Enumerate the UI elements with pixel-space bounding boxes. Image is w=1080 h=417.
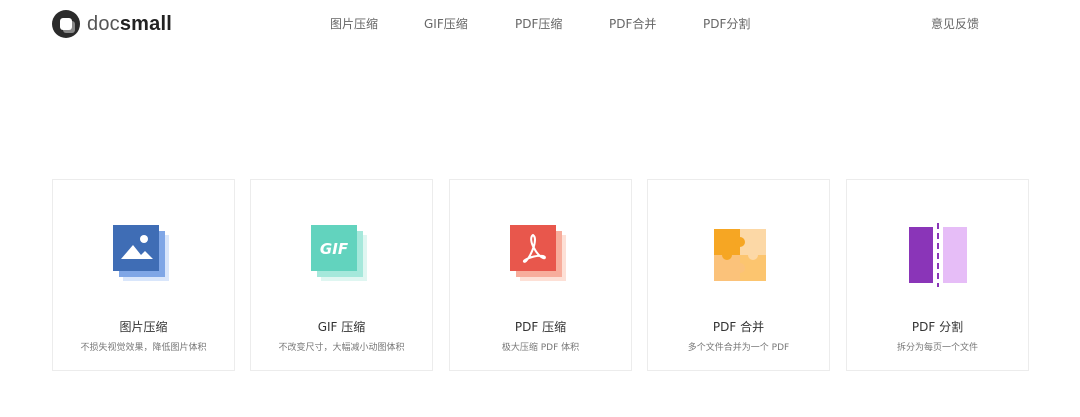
docsmall-logo[interactable]: docsmall [52, 10, 172, 38]
logo-text-small: small [119, 13, 173, 35]
card-pdf-merge[interactable]: PDF 合并 多个文件合并为一个 PDF [647, 179, 830, 371]
card-title: 图片压缩 [119, 320, 168, 334]
card-gif-compress[interactable]: GIF GIF 压缩 不改变尺寸，大幅减小动图体积 [250, 179, 433, 371]
nav-link-pdf-split[interactable]: PDF分割 [703, 15, 750, 33]
card-pdf-compress[interactable]: PDF 压缩 极大压缩 PDF 体积 [449, 179, 632, 371]
top-header: docsmall 图片压缩 GIF压缩 PDF压缩 PDF合并 PDF分割 意见… [0, 0, 1080, 48]
card-image-compress[interactable]: 图片压缩 不损失视觉效果，降低图片体积 [52, 179, 235, 371]
logo-text: docsmall [87, 10, 172, 38]
card-desc: 极大压缩 PDF 体积 [501, 343, 580, 353]
card-title: PDF 分割 [911, 320, 964, 334]
split-page-icon [909, 223, 967, 287]
card-title: PDF 合并 [712, 320, 765, 334]
card-title: GIF 压缩 [317, 320, 366, 334]
card-title: PDF 压缩 [514, 320, 567, 334]
card-pdf-split[interactable]: PDF 分割 拆分为每页一个文件 [846, 179, 1029, 371]
logo-icon [52, 10, 80, 38]
pdf-stack-icon [510, 225, 566, 281]
puzzle-merge-icon [714, 229, 766, 281]
svg-text:GIF: GIF [320, 240, 349, 258]
card-desc: 不损失视觉效果，降低图片体积 [80, 343, 207, 353]
nav-link-image-compress[interactable]: 图片压缩 [330, 15, 378, 33]
image-stack-icon [113, 225, 169, 281]
gif-stack-icon: GIF [311, 225, 367, 281]
card-desc: 多个文件合并为一个 PDF [687, 343, 790, 353]
card-desc: 不改变尺寸，大幅减小动图体积 [278, 343, 405, 353]
nav-link-pdf-compress[interactable]: PDF压缩 [515, 15, 562, 33]
nav-link-feedback[interactable]: 意见反馈 [931, 15, 979, 33]
nav-link-pdf-merge[interactable]: PDF合并 [609, 15, 656, 33]
nav-link-gif-compress[interactable]: GIF压缩 [424, 15, 468, 33]
logo-text-doc: doc [87, 13, 120, 35]
card-desc: 拆分为每页一个文件 [896, 343, 978, 353]
